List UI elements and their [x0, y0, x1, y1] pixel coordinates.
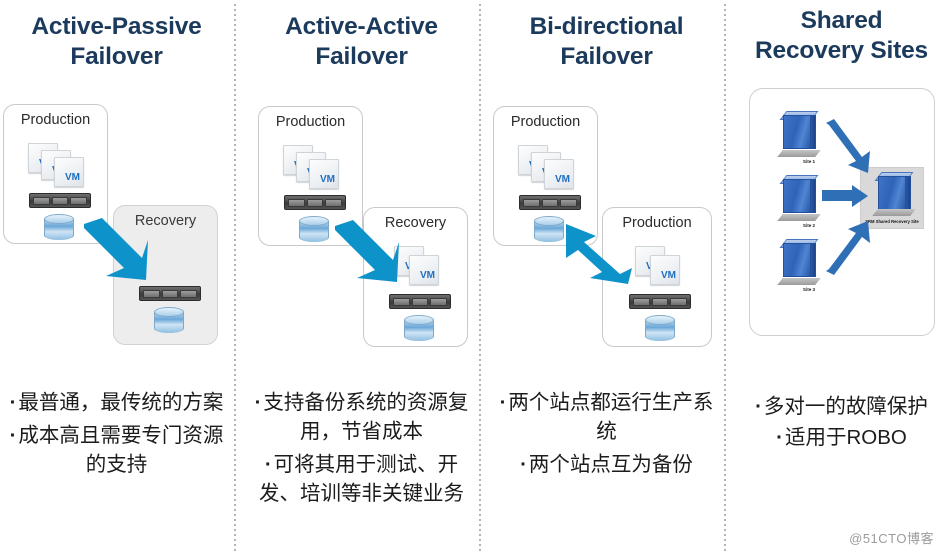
list-item: 成本高且需要专门资源的支持: [6, 421, 227, 479]
site-server-icon: [777, 111, 821, 157]
failover-arrow-icon: [331, 220, 401, 288]
storage-database-icon: [154, 307, 184, 333]
column-shared-recovery-sites: Shared Recovery Sites Site 1 Site 2 Site…: [735, 0, 948, 557]
bullet-list: 最普通，最传统的方案 成本高且需要专门资源的支持: [6, 388, 227, 483]
vm-card: VM: [650, 255, 680, 285]
column-active-active: Active-Active Failover Production VM VM …: [245, 0, 478, 557]
list-item: 适用于ROBO: [741, 423, 942, 452]
bullet-list: 两个站点都运行生产系统 两个站点互为备份: [496, 388, 717, 483]
vm-stack: VM VM VM: [518, 145, 580, 189]
failover-arrow-icon: [80, 218, 150, 286]
vm-stack: VM VM: [635, 246, 687, 286]
site-label: Production: [275, 114, 346, 130]
site1-to-target-arrow-icon: [826, 119, 872, 180]
storage-database-icon: [645, 315, 675, 341]
vm-stack: VM VM VM: [283, 145, 345, 189]
server-rack-icon: [139, 286, 201, 301]
site-label: Production: [20, 112, 91, 128]
list-item: 两个站点都运行生产系统: [496, 388, 717, 446]
vm-card: VM: [409, 255, 439, 285]
list-item: 支持备份系统的资源复用，节省成本: [251, 388, 472, 446]
bullet-list: 支持备份系统的资源复用，节省成本 可将其用于测试、开发、培训等非关键业务: [251, 388, 472, 512]
diagram-active-passive: Production VM VM VM Recovery: [0, 0, 233, 360]
column-bi-directional: Bi-directional Failover Production VM VM…: [490, 0, 723, 557]
diagram-bi-directional: Production VM VM VM Production VM VM: [490, 0, 723, 360]
vm-stack: VM VM: [394, 246, 446, 286]
bidirectional-arrow-icon: [564, 222, 640, 284]
server-rack-icon: [389, 294, 451, 309]
site-label: Production: [510, 114, 581, 130]
site-label: Site 3: [802, 287, 816, 292]
storage-database-icon: [404, 315, 434, 341]
vm-stack: VM VM VM: [28, 143, 90, 187]
bullet-list: 多对一的故障保护 适用于ROBO: [741, 392, 942, 454]
site2-to-target-arrow-icon: [822, 185, 868, 212]
list-item: 两个站点互为备份: [496, 450, 717, 479]
list-item: 最普通，最传统的方案: [6, 388, 227, 417]
shared-recovery-server-icon: [872, 172, 916, 216]
site-server-icon: [777, 239, 821, 285]
list-item: 多对一的故障保护: [741, 392, 942, 421]
column-divider-1: [234, 4, 236, 553]
server-rack-icon: [629, 294, 691, 309]
diagram-shared-recovery: Site 1 Site 2 Site 3 SRM Shared Recovery…: [735, 0, 948, 360]
column-divider-2: [479, 4, 481, 553]
site-server-icon: [777, 175, 821, 221]
vm-card: VM: [544, 159, 574, 189]
column-active-passive: Active-Passive Failover Production VM VM…: [0, 0, 233, 557]
site3-to-target-arrow-icon: [826, 219, 872, 280]
list-item: 可将其用于测试、开发、培训等非关键业务: [251, 450, 472, 508]
server-rack-icon: [519, 195, 581, 210]
storage-database-icon: [44, 214, 74, 240]
column-divider-3: [724, 4, 726, 553]
infographic-page: Active-Passive Failover Production VM VM…: [0, 0, 948, 557]
shared-recovery-panel: Site 1 Site 2 Site 3 SRM Shared Recovery…: [749, 88, 935, 336]
diagram-active-active: Production VM VM VM Recovery VM VM: [245, 0, 478, 360]
storage-database-icon: [534, 216, 564, 242]
server-rack-icon: [29, 193, 91, 208]
server-rack-icon: [284, 195, 346, 210]
vm-card: VM: [54, 157, 84, 187]
storage-database-icon: [299, 216, 329, 242]
vm-card: VM: [309, 159, 339, 189]
watermark: @51CTO博客: [849, 531, 934, 546]
